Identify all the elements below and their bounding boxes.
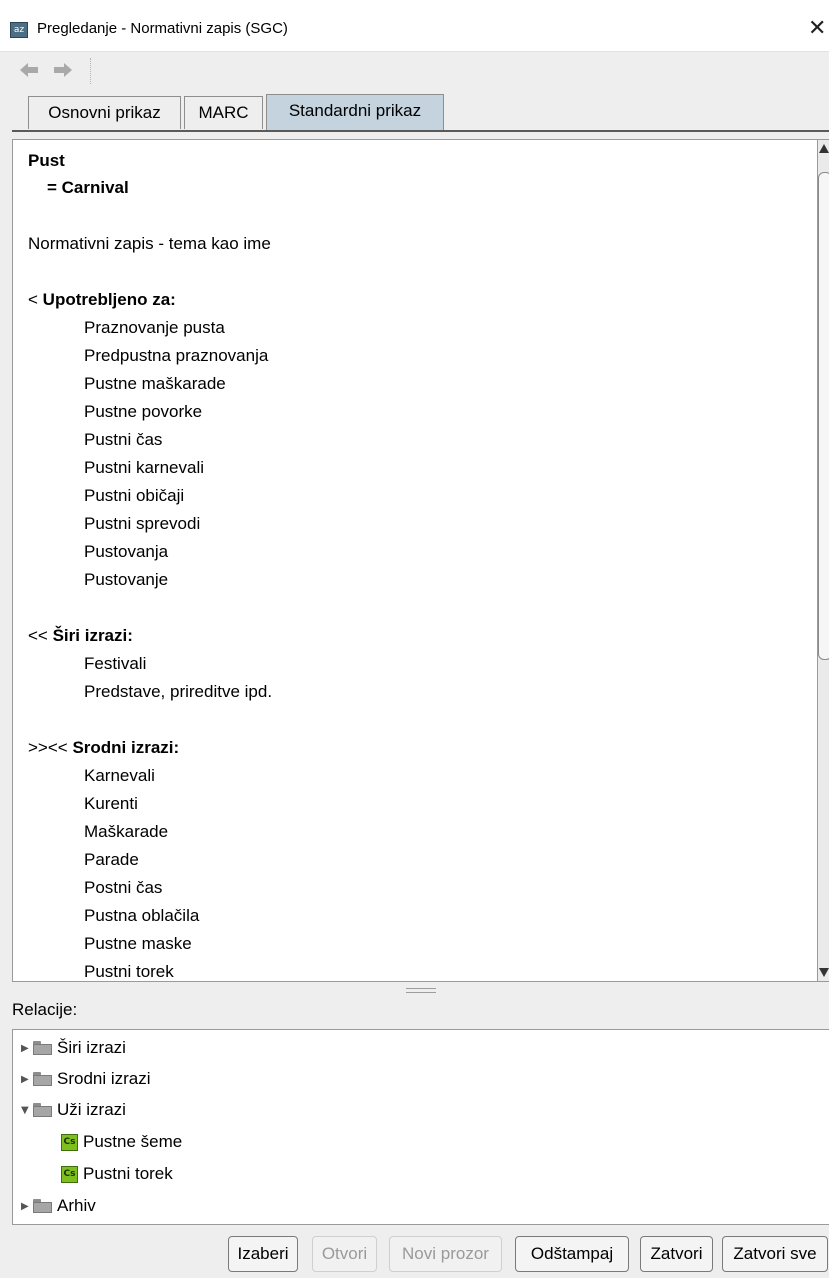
related-term: Pustna oblačila [84, 906, 200, 925]
related-term: Kurenti [84, 794, 138, 813]
related-term: Maškarade [84, 822, 169, 841]
tab-osnovni-prikaz[interactable]: Osnovni prikaz [28, 96, 181, 129]
tree-node-uzi-izrazi[interactable]: ▼ Uži izrazi [21, 1098, 126, 1122]
app-icon: az [10, 22, 28, 38]
tree-leaf-label: Pustne šeme [83, 1132, 183, 1151]
record-heading: Pust [28, 151, 65, 170]
navigation-toolbar [0, 52, 829, 90]
broader-terms-header: << Širi izrazi: [28, 626, 133, 646]
close-all-button[interactable]: Zatvori sve [722, 1236, 828, 1272]
folder-icon [33, 1199, 52, 1213]
close-window-icon[interactable]: ✕ [808, 16, 826, 41]
parallel-heading: = Carnival [47, 178, 129, 197]
tab-underline [12, 130, 829, 132]
scroll-up-icon[interactable] [819, 144, 829, 153]
scroll-down-icon[interactable] [819, 968, 829, 977]
window-title: Pregledanje - Normativni zapis (SGC) [37, 20, 288, 37]
expand-arrow-icon[interactable]: ▶ [21, 1201, 33, 1212]
splitter-grip-icon[interactable] [406, 988, 436, 993]
folder-icon [33, 1072, 52, 1086]
broader-label: Širi izrazi: [52, 626, 133, 645]
close-button[interactable]: Zatvori [640, 1236, 713, 1272]
expand-arrow-icon[interactable]: ▶ [21, 1074, 33, 1085]
related-terms-header: >><< Srodni izrazi: [28, 738, 179, 758]
used-for-item: Pustovanje [84, 570, 169, 589]
used-for-item: Pustne povorke [84, 402, 203, 421]
cs-record-icon: Cs [61, 1133, 78, 1151]
tree-node-arhiv[interactable]: ▶ Arhiv [21, 1194, 96, 1218]
new-window-button[interactable]: Novi prozor [389, 1236, 502, 1272]
broader-term: Predstave, prireditve ipd. [84, 682, 273, 701]
collapse-arrow-icon[interactable]: ▼ [21, 1105, 33, 1116]
tab-bar: Osnovni prikaz MARC Standardni prikaz [0, 90, 829, 132]
used-for-item: Praznovanje pusta [84, 318, 225, 337]
related-term: Postni čas [84, 878, 163, 897]
back-arrow-icon[interactable] [18, 60, 40, 80]
select-button[interactable]: Izaberi [228, 1236, 298, 1272]
related-term: Karnevali [84, 766, 155, 785]
related-term: Parade [84, 850, 139, 869]
print-button[interactable]: Odštampaj [515, 1236, 629, 1272]
broader-term: Festivali [84, 654, 147, 673]
used-for-item: Pustni sprevodi [84, 514, 201, 533]
related-prefix: >><< [28, 738, 68, 757]
used-for-item: Pustni običaji [84, 486, 185, 505]
title-bar: az Pregledanje - Normativni zapis (SGC) … [0, 0, 829, 52]
used-for-item: Predpustna praznovanja [84, 346, 269, 365]
used-for-item: Pustne maškarade [84, 374, 226, 393]
related-term: Pustne maske [84, 934, 192, 953]
tree-node-label: Arhiv [57, 1196, 96, 1215]
broader-prefix: << [28, 626, 48, 645]
tree-leaf-label: Pustni torek [83, 1164, 173, 1183]
related-label: Srodni izrazi: [72, 738, 180, 757]
vertical-scrollbar[interactable] [818, 139, 829, 982]
related-term: Pustni torek [84, 962, 174, 981]
record-type: Normativni zapis - tema kao ime [28, 234, 271, 253]
used-for-prefix: < [28, 290, 38, 309]
cs-record-icon: Cs [61, 1165, 78, 1183]
tab-standardni-prikaz[interactable]: Standardni prikaz [266, 94, 444, 131]
folder-icon [33, 1103, 52, 1117]
used-for-item: Pustni čas [84, 430, 163, 449]
used-for-label: Upotrebljeno za: [42, 290, 176, 309]
tree-node-label: Širi izrazi [57, 1038, 126, 1057]
expand-arrow-icon[interactable]: ▶ [21, 1043, 33, 1054]
used-for-item: Pustovanja [84, 542, 169, 561]
record-display[interactable]: Pust = Carnival Normativni zapis - tema … [12, 139, 818, 982]
relations-label: Relacije: [12, 1000, 78, 1019]
tree-leaf-pustne-seme[interactable]: Cs Pustne šeme [61, 1130, 182, 1154]
used-for-item: Pustni karnevali [84, 458, 205, 477]
relations-tree[interactable]: ▶ Širi izrazi ▶ Srodni izrazi ▼ Uži izra… [12, 1029, 829, 1225]
tree-node-label: Srodni izrazi [57, 1069, 151, 1088]
toolbar-separator [90, 58, 92, 84]
tab-marc[interactable]: MARC [184, 96, 263, 129]
used-for-header: < Upotrebljeno za: [28, 290, 176, 310]
open-button[interactable]: Otvori [312, 1236, 377, 1272]
tree-node-siri-izrazi[interactable]: ▶ Širi izrazi [21, 1036, 126, 1060]
folder-icon [33, 1041, 52, 1055]
forward-arrow-icon[interactable] [52, 60, 74, 80]
split-pane-divider[interactable] [0, 982, 829, 996]
scrollbar-thumb[interactable] [818, 172, 829, 660]
tree-leaf-pustni-torek[interactable]: Cs Pustni torek [61, 1162, 173, 1186]
tree-node-srodni-izrazi[interactable]: ▶ Srodni izrazi [21, 1067, 151, 1091]
tree-node-label: Uži izrazi [57, 1100, 126, 1119]
